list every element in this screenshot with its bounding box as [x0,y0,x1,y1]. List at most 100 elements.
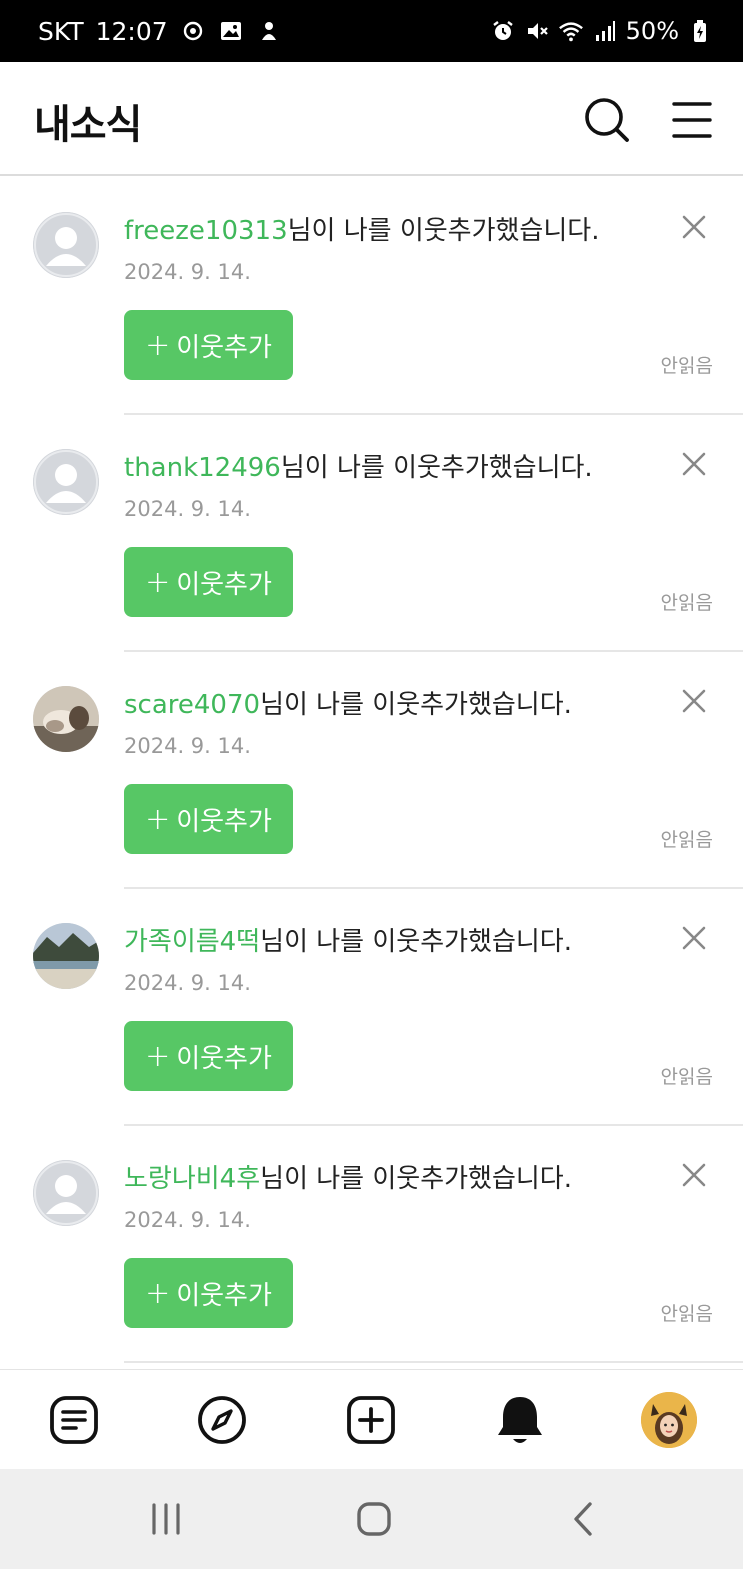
add-neighbor-button[interactable]: + 이웃추가 [124,310,293,380]
unread-status: 안읽음 [660,355,713,377]
close-icon[interactable] [679,212,709,242]
back-button[interactable] [558,1497,608,1541]
nickname-link[interactable]: freeze10313 [124,216,288,246]
tab-explore[interactable] [194,1392,250,1448]
user-avatar[interactable] [33,449,99,515]
plus-icon: + [145,801,171,837]
notification-item[interactable]: freeze10313님이 나를 이웃추가했습니다. 2024. 9. 14. … [0,178,743,415]
carrier-label: SKT [38,16,84,46]
notification-message: 노랑나비4후님이 나를 이웃추가했습니다. [124,1158,572,1195]
notification-message: 가족이름4떡님이 나를 이웃추가했습니다. [124,921,572,958]
notification-message: scare4070님이 나를 이웃추가했습니다. [124,684,572,721]
message-text: 님이 나를 이웃추가했습니다. [280,453,593,483]
item-divider [124,1361,743,1363]
default-avatar-icon [33,1160,99,1226]
nickname-link[interactable]: 노랑나비4후 [124,1164,260,1194]
gallery-icon [218,18,244,44]
home-icon [357,1502,391,1536]
message-text: 님이 나를 이웃추가했습니다. [260,927,572,957]
nickname-link[interactable]: 가족이름4떡 [124,927,260,957]
bell-icon [498,1397,542,1443]
add-neighbor-button[interactable]: + 이웃추가 [124,1021,293,1091]
add-neighbor-label: 이웃추가 [176,1280,272,1311]
plus-icon: + [145,1038,171,1074]
tab-notifications[interactable] [492,1392,548,1448]
signal-icon [592,18,618,44]
close-icon[interactable] [679,449,709,479]
battery-icon [687,18,713,44]
message-text: 님이 나를 이웃추가했습니다. [287,216,600,246]
notification-item[interactable]: 노랑나비4후님이 나를 이웃추가했습니다. 2024. 9. 14. + 이웃추… [0,1126,743,1363]
back-icon [574,1502,592,1536]
default-avatar-icon [33,212,99,278]
add-neighbor-label: 이웃추가 [176,569,272,600]
system-nav-bar [0,1469,743,1569]
compass-icon [198,1396,246,1444]
page-title: 내소식 [34,102,142,148]
recent-apps-icon [152,1503,180,1535]
add-neighbor-button[interactable]: + 이웃추가 [124,1258,293,1328]
notification-date: 2024. 9. 14. [124,260,251,284]
close-icon[interactable] [679,686,709,716]
recent-apps-button[interactable] [141,1497,191,1541]
app-notification-icon [256,18,282,44]
home-button[interactable] [349,1497,399,1541]
notification-message: freeze10313님이 나를 이웃추가했습니다. [124,210,599,247]
plus-icon: + [145,564,171,600]
close-icon[interactable] [679,1160,709,1190]
photo-avatar-icon [33,923,99,989]
add-neighbor-label: 이웃추가 [176,332,272,363]
user-avatar[interactable] [33,923,99,989]
search-button[interactable] [581,94,633,146]
unread-status: 안읽음 [660,592,713,614]
user-avatar[interactable] [33,1160,99,1226]
notification-list: freeze10313님이 나를 이웃추가했습니다. 2024. 9. 14. … [0,178,743,1363]
nickname-link[interactable]: scare4070 [124,690,260,720]
add-neighbor-button[interactable]: + 이웃추가 [124,784,293,854]
status-bar: SKT 12:07 50% [0,0,743,62]
user-avatar[interactable] [33,686,99,752]
notification-date: 2024. 9. 14. [124,497,251,521]
bottom-tab-bar [0,1369,743,1469]
unread-status: 안읽음 [660,1066,713,1088]
status-left: SKT 12:07 [38,0,282,62]
tab-profile[interactable] [641,1392,697,1448]
hamburger-menu-icon [672,102,712,138]
plus-icon: + [145,327,171,363]
user-avatar[interactable] [33,212,99,278]
add-neighbor-label: 이웃추가 [176,806,272,837]
add-post-icon [347,1396,395,1444]
plus-icon: + [145,1275,171,1311]
unread-status: 안읽음 [660,829,713,851]
notification-date: 2024. 9. 14. [124,971,251,995]
add-neighbor-button[interactable]: + 이웃추가 [124,547,293,617]
notification-item[interactable]: scare4070님이 나를 이웃추가했습니다. 2024. 9. 14. + … [0,652,743,889]
battery-percent: 50% [625,17,679,45]
notification-item[interactable]: 가족이름4떡님이 나를 이웃추가했습니다. 2024. 9. 14. + 이웃추… [0,889,743,1126]
unread-status: 안읽음 [660,1303,713,1325]
alarm-icon [490,18,516,44]
status-right: 50% [490,0,713,62]
search-icon [585,98,629,142]
tab-write[interactable] [343,1392,399,1448]
menu-button[interactable] [666,94,718,146]
app-header: 내소식 [0,62,743,176]
notification-item[interactable]: thank12496님이 나를 이웃추가했습니다. 2024. 9. 14. +… [0,415,743,652]
sync-icon [180,18,206,44]
notification-date: 2024. 9. 14. [124,1208,251,1232]
notification-message: thank12496님이 나를 이웃추가했습니다. [124,447,593,484]
default-avatar-icon [33,449,99,515]
close-icon[interactable] [679,923,709,953]
message-text: 님이 나를 이웃추가했습니다. [260,690,572,720]
wifi-icon [558,18,584,44]
mute-icon [524,18,550,44]
feed-icon [50,1396,98,1444]
add-neighbor-label: 이웃추가 [176,1043,272,1074]
photo-avatar-icon [33,686,99,752]
clock-label: 12:07 [95,16,168,46]
tab-feed[interactable] [46,1392,102,1448]
nickname-link[interactable]: thank12496 [124,453,281,483]
notification-date: 2024. 9. 14. [124,734,251,758]
profile-avatar [641,1392,697,1448]
message-text: 님이 나를 이웃추가했습니다. [260,1164,572,1194]
